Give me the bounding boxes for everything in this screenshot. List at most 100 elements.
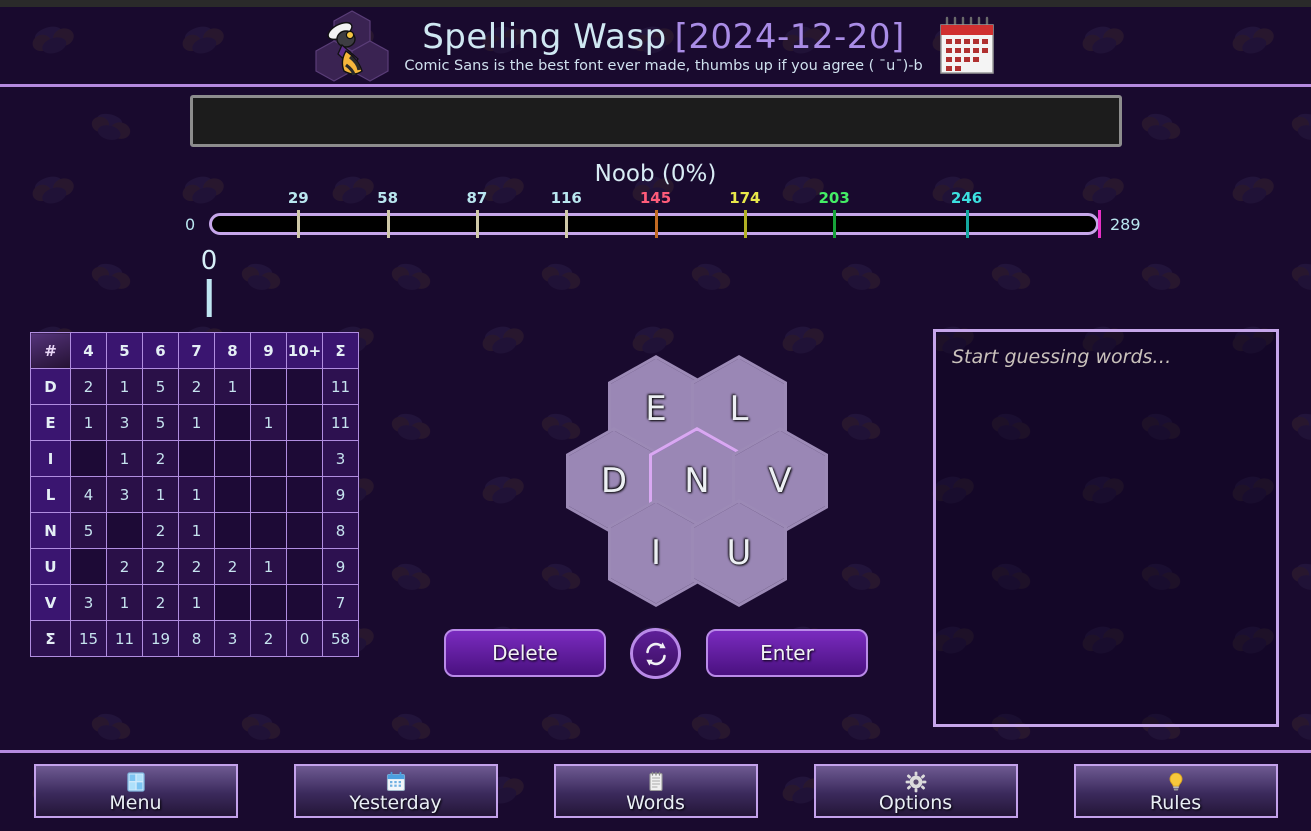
footer-button-menu[interactable]: Menu <box>33 764 238 818</box>
stats-cell: 2 <box>142 512 179 549</box>
table-row: D 2 1 5 2 1 11 <box>30 368 359 405</box>
stats-row-header: N <box>30 512 71 549</box>
app-subtitle: Comic Sans is the best font ever made, t… <box>404 58 923 74</box>
stats-table-head: # 4 5 6 7 8 9 10+ Σ <box>30 332 359 369</box>
puzzle-date: [2024-12-20] <box>674 17 905 57</box>
stats-cell: 2 <box>250 620 287 657</box>
stats-cell <box>286 404 323 441</box>
guess-input[interactable] <box>190 95 1122 147</box>
stats-cell: 0 <box>286 620 323 657</box>
stats-cell: 7 <box>322 584 359 621</box>
stats-cell: 2 <box>142 548 179 585</box>
stats-cell: 11 <box>322 368 359 405</box>
stats-cell <box>178 440 215 477</box>
stats-column-header: 9 <box>250 332 287 369</box>
stats-cell: 3 <box>70 584 107 621</box>
stats-column-header: 8 <box>214 332 251 369</box>
stats-row-header: E <box>30 404 71 441</box>
stats-cell: 8 <box>178 620 215 657</box>
stats-cell: 1 <box>106 584 143 621</box>
found-words-panel[interactable]: Start guessing words… <box>933 329 1279 727</box>
hive-letter[interactable]: I <box>611 502 701 604</box>
stats-cell: 11 <box>106 620 143 657</box>
stats-cell <box>286 440 323 477</box>
progress-tick <box>833 210 837 238</box>
stats-cell <box>250 476 287 513</box>
stats-cell: 1 <box>214 368 251 405</box>
notepad-icon <box>645 771 667 791</box>
stats-total-row: Σ 15 11 19 8 3 2 0 58 <box>30 620 359 657</box>
footer-divider <box>0 750 1311 753</box>
progress-tick-label: 87 <box>466 189 488 207</box>
stats-corner-cell: # <box>30 332 71 369</box>
table-row: U222219 <box>30 548 359 585</box>
footer-button-label: Menu <box>109 791 162 814</box>
calendar-icon <box>939 16 994 74</box>
stats-cell <box>286 512 323 549</box>
stats-column-header: 4 <box>70 332 107 369</box>
lightbulb-icon <box>1165 771 1187 791</box>
stats-cell <box>70 548 107 585</box>
footer-button-yesterday[interactable]: Yesterday <box>293 764 498 818</box>
progress-tick <box>565 210 569 238</box>
stats-column-header: 10+ <box>286 332 323 369</box>
stats-cell: 2 <box>142 584 179 621</box>
stats-cell <box>286 548 323 585</box>
stats-cell: 3 <box>106 476 143 513</box>
table-row: I12 3 <box>30 440 359 477</box>
stats-cell: 1 <box>178 404 215 441</box>
letter-hive: E L D N V I U <box>525 355 828 607</box>
stats-cell: 3 <box>106 404 143 441</box>
stats-cell: 2 <box>214 548 251 585</box>
stats-cell: 1 <box>178 476 215 513</box>
footer-button-rules[interactable]: Rules <box>1073 764 1278 818</box>
table-row: V31217 <box>30 584 359 621</box>
stats-cell <box>214 512 251 549</box>
stats-cell: 4 <box>70 476 107 513</box>
score-marker-stem <box>206 279 212 317</box>
top-window-strip <box>0 0 1311 7</box>
stats-cell: 8 <box>322 512 359 549</box>
window-panels-icon <box>125 771 147 792</box>
stats-cell: 9 <box>322 548 359 585</box>
stats-cell: 11 <box>322 404 359 441</box>
progress-tick <box>965 210 969 238</box>
app-name: Spelling Wasp <box>422 17 667 57</box>
stats-cell: 5 <box>70 512 107 549</box>
progress-tick-label: 174 <box>729 189 761 207</box>
delete-button[interactable]: Delete <box>444 629 606 677</box>
stats-cell <box>214 440 251 477</box>
stats-row-header: U <box>30 548 71 585</box>
header-divider <box>0 84 1311 87</box>
stats-cell: 3 <box>322 440 359 477</box>
current-score-value: 0 <box>200 246 218 276</box>
hive-letter[interactable]: U <box>694 502 784 604</box>
stats-row-header: I <box>30 440 71 477</box>
stats-cell: 2 <box>178 368 215 405</box>
footer-button-label: Words <box>626 791 685 814</box>
stats-cell: 3 <box>214 620 251 657</box>
footer-button-words[interactable]: Words <box>553 764 758 818</box>
stats-cell: 9 <box>322 476 359 513</box>
stats-cell: 1 <box>142 476 179 513</box>
progress-max-label: 289 <box>1110 215 1141 234</box>
progress-tick-label: 58 <box>377 189 399 207</box>
stats-column-header: Σ <box>322 332 359 369</box>
title-block: Spelling Wasp [2024-12-20] Comic Sans is … <box>404 17 922 74</box>
word-list-placeholder: Start guessing words… <box>952 346 1172 368</box>
footer-button-label: Yesterday <box>349 791 442 814</box>
stats-column-header: 6 <box>142 332 179 369</box>
shuffle-button[interactable] <box>630 628 681 679</box>
wasp-logo-icon <box>315 9 389 82</box>
progress-min-label: 0 <box>185 215 196 234</box>
progress-tick-label: 246 <box>950 189 983 207</box>
stats-cell: 2 <box>142 440 179 477</box>
stats-cell: 19 <box>142 620 179 657</box>
current-score-marker: 0 <box>200 246 218 317</box>
table-row: E 1 3 5 1 1 11 <box>30 404 359 441</box>
stats-row-header: L <box>30 476 71 513</box>
stats-cell: 5 <box>142 368 179 405</box>
enter-button[interactable]: Enter <box>706 629 868 677</box>
footer-button-options[interactable]: Options <box>813 764 1018 818</box>
progress-tick-label: 203 <box>818 189 850 207</box>
